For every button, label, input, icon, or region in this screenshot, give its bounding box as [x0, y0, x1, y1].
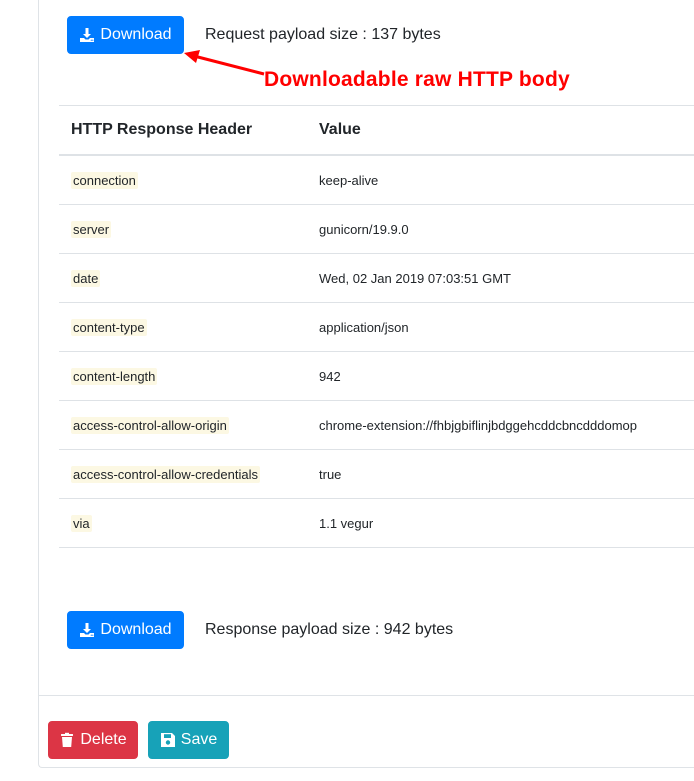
request-download-button[interactable]: Download	[67, 16, 184, 54]
trash-icon	[61, 732, 74, 747]
response-download-button[interactable]: Download	[67, 611, 184, 649]
table-header-row: HTTP Response Header Value	[59, 105, 694, 156]
header-value: true	[307, 449, 694, 499]
response-headers-table: HTTP Response Header Value connection ke…	[59, 105, 694, 548]
table-row: connection keep-alive	[59, 155, 694, 205]
table-row: access-control-allow-origin chrome-exten…	[59, 400, 694, 450]
header-name: via	[71, 514, 92, 532]
table-row: access-control-allow-credentials true	[59, 449, 694, 499]
header-value: Wed, 02 Jan 2019 07:03:51 GMT	[307, 253, 694, 303]
delete-button[interactable]: Delete	[48, 721, 138, 759]
table-row: server gunicorn/19.9.0	[59, 204, 694, 254]
table-row: date Wed, 02 Jan 2019 07:03:51 GMT	[59, 253, 694, 303]
save-label: Save	[180, 731, 218, 748]
header-value: 942	[307, 351, 694, 401]
delete-label: Delete	[80, 731, 127, 748]
table-row: via 1.1 vegur	[59, 498, 694, 548]
header-name: date	[71, 269, 101, 287]
download-icon	[80, 623, 95, 637]
header-value: keep-alive	[307, 155, 694, 205]
header-name: connection	[71, 171, 138, 189]
header-value: 1.1 vegur	[307, 498, 694, 548]
header-value: gunicorn/19.9.0	[307, 204, 694, 254]
annotation-text: Downloadable raw HTTP body	[264, 68, 570, 91]
response-payload-size: Response payload size : 942 bytes	[205, 621, 454, 638]
header-name: access-control-allow-credentials	[71, 465, 260, 483]
header-column-name: HTTP Response Header	[59, 105, 307, 156]
table-row: content-type application/json	[59, 302, 694, 352]
header-name: content-length	[71, 367, 158, 385]
download-icon	[80, 28, 95, 42]
floppy-disk-icon	[160, 733, 175, 747]
header-name: content-type	[71, 318, 147, 336]
annotation-arrow	[184, 50, 265, 76]
save-button[interactable]: Save	[148, 721, 229, 759]
header-name: server	[71, 220, 112, 238]
header-name: access-control-allow-origin	[71, 416, 229, 434]
header-value: application/json	[307, 302, 694, 352]
header-column-value: Value	[307, 105, 694, 156]
table-row: content-length 942	[59, 351, 694, 401]
request-payload-size: Request payload size : 137 bytes	[205, 26, 441, 43]
header-value: chrome-extension://fhbjgbiflinjbdggehcdd…	[307, 400, 694, 450]
response-download-label: Download	[100, 621, 172, 638]
request-download-label: Download	[100, 26, 172, 43]
